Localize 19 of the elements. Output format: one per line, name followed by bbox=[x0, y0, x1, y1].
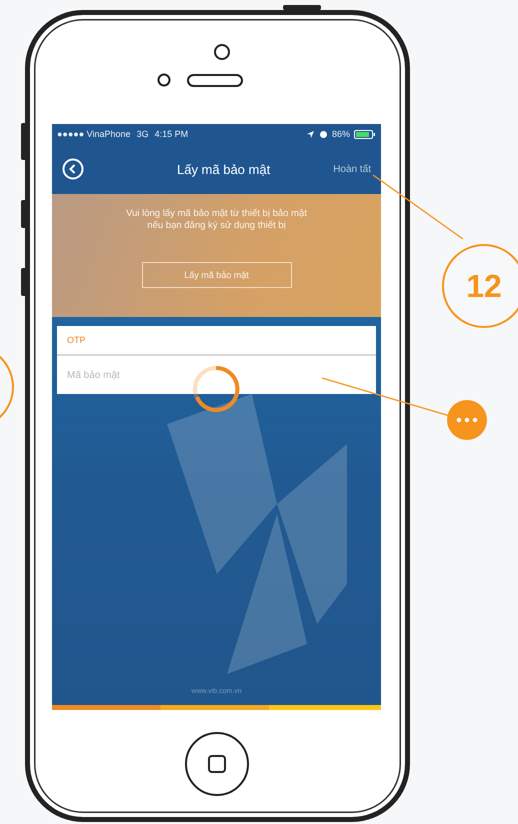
alarm-icon bbox=[318, 130, 328, 138]
battery-icon bbox=[354, 130, 376, 138]
instruction-text: Vui lòng lấy mã bảo mật từ thiết bị bảo mật nếu bạn đăng ký sử dụng thiết bị bbox=[125, 208, 308, 232]
status-time: 4:15 PM bbox=[154, 129, 188, 139]
carrier-label: ●●●●● VinaPhone bbox=[57, 129, 131, 139]
loading-spinner-icon bbox=[191, 364, 241, 414]
location-icon bbox=[306, 130, 315, 138]
done-button[interactable]: Hoàn tất bbox=[333, 164, 371, 174]
step-number: 12 bbox=[442, 244, 518, 328]
code-input-field[interactable]: Mã bảo mật bbox=[57, 356, 376, 394]
front-camera-icon bbox=[213, 43, 231, 61]
screen-title: Lấy mã bảo mật bbox=[176, 162, 272, 176]
sensor-icon bbox=[157, 73, 171, 87]
back-button[interactable] bbox=[62, 158, 84, 180]
section-label: OTP bbox=[57, 326, 376, 356]
battery-percent: 86% bbox=[332, 129, 350, 139]
network-label: 3G bbox=[136, 129, 149, 139]
more-dots-icon bbox=[447, 400, 487, 440]
speaker-grille bbox=[187, 74, 243, 86]
